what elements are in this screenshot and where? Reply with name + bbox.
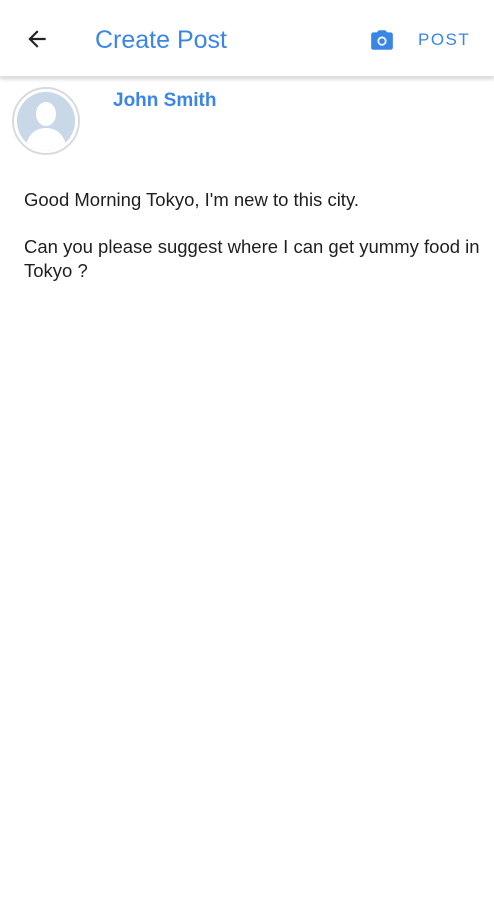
post-paragraph: Can you please suggest where I can get y… [24, 236, 480, 281]
app-bar: Create Post POST [0, 0, 494, 77]
avatar [12, 87, 80, 155]
arrow-left-icon [28, 30, 46, 48]
post-text-area[interactable]: Good Morning Tokyo, I'm new to this city… [24, 188, 480, 283]
back-button[interactable] [20, 22, 54, 56]
post-paragraph: Good Morning Tokyo, I'm new to this city… [24, 189, 359, 210]
default-user-avatar-icon [17, 92, 75, 150]
post-button[interactable]: POST [418, 25, 470, 55]
page-title: Create Post [95, 26, 228, 54]
create-post-screen: Create Post POST John Smith Good Morning… [0, 0, 494, 900]
camera-button[interactable] [367, 25, 397, 55]
author-name: John Smith [113, 90, 217, 111]
camera-icon [371, 30, 393, 50]
